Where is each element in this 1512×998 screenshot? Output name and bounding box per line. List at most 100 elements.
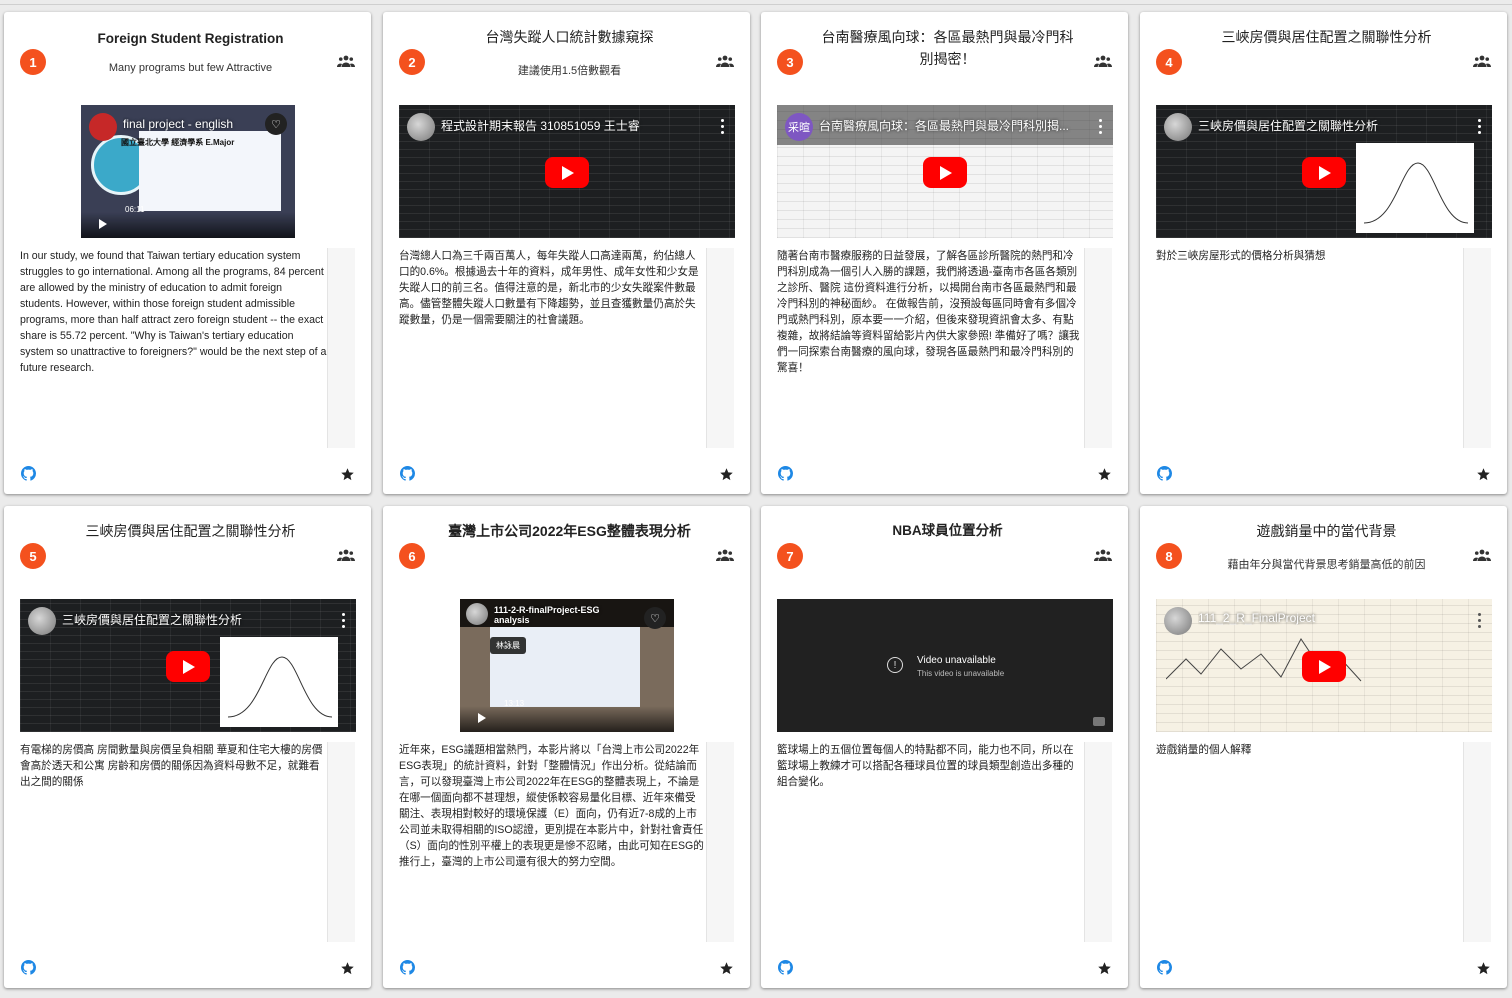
more-options-icon[interactable]	[1478, 119, 1482, 135]
video-title[interactable]: 台南醫療風向球：各區最熱門與最冷門科別揭...	[819, 117, 1073, 134]
scrollbar[interactable]	[327, 248, 355, 448]
group-icon[interactable]	[1094, 54, 1112, 68]
play-icon[interactable]	[1302, 650, 1346, 682]
star-icon[interactable]	[1476, 467, 1491, 482]
channel-avatar	[1164, 607, 1192, 635]
github-icon[interactable]	[400, 960, 415, 975]
card-number-badge: 5	[20, 543, 46, 569]
video-title[interactable]: 程式設計期末報告 310851059 王士睿	[441, 117, 695, 134]
play-icon[interactable]	[478, 713, 486, 723]
star-icon[interactable]	[340, 961, 355, 976]
github-icon[interactable]	[778, 960, 793, 975]
video-title[interactable]: 三峽房價與居住配置之關聯性分析	[1198, 117, 1452, 134]
group-icon[interactable]	[1473, 54, 1491, 68]
group-icon[interactable]	[337, 548, 355, 562]
unavailable-subtitle: This video is unavailable	[917, 669, 1005, 678]
video-embed[interactable]: 三峽房價與居住配置之關聯性分析	[20, 599, 356, 732]
description-area: 有電梯的房價高 房間數量與房價呈負相關 華夏和住宅大樓的房價會高於透天和公寓 房…	[20, 742, 355, 942]
card-subtitle: 建議使用1.5倍數觀看	[517, 65, 622, 77]
youtube-logo-icon[interactable]	[1093, 717, 1105, 726]
video-embed[interactable]: 三峽房價與居住配置之關聯性分析	[1156, 105, 1492, 238]
github-icon[interactable]	[1157, 466, 1172, 481]
play-icon[interactable]	[166, 650, 210, 682]
github-icon[interactable]	[21, 466, 36, 481]
play-icon[interactable]	[923, 156, 967, 188]
github-icon[interactable]	[400, 466, 415, 481]
description-area: 籃球場上的五個位置每個人的特點都不同，能力也不同，所以在籃球場上教練才可以搭配各…	[777, 742, 1112, 942]
video-unavailable-message: Video unavailable This video is unavaila…	[917, 655, 1004, 678]
info-icon: !	[887, 657, 903, 673]
description-area: 隨著台南市醫療服務的日益發展，了解各區診所醫院的熱門和冷門科別成為一個引人入勝的…	[777, 248, 1112, 448]
star-icon[interactable]	[1476, 961, 1491, 976]
star-icon[interactable]	[340, 467, 355, 482]
card-description: 籃球場上的五個位置每個人的特點都不同，能力也不同，所以在籃球場上教練才可以搭配各…	[777, 744, 1074, 788]
card-title: Foreign Student Registration	[97, 31, 284, 46]
video-controls[interactable]	[81, 212, 295, 238]
group-icon[interactable]	[1094, 548, 1112, 562]
video-controls[interactable]	[460, 706, 674, 732]
scrollbar[interactable]	[706, 742, 734, 942]
scrollbar[interactable]	[1463, 248, 1491, 448]
group-icon[interactable]	[337, 54, 355, 68]
play-icon[interactable]	[1302, 156, 1346, 188]
play-icon[interactable]	[99, 219, 107, 229]
more-options-icon[interactable]	[721, 119, 725, 135]
density-plot-thumbnail	[220, 637, 338, 727]
channel-avatar: 采暄	[785, 113, 813, 141]
card-subtitle: Many programs but few Attractive	[108, 62, 273, 74]
card-title: 台南醫療風向球：各區最熱門與最冷門科別揭密！	[821, 29, 1074, 67]
more-options-icon[interactable]	[1099, 119, 1103, 135]
star-icon[interactable]	[719, 961, 734, 976]
video-duration: 06:11	[125, 205, 145, 214]
scrollbar[interactable]	[327, 742, 355, 942]
github-icon[interactable]	[1157, 960, 1172, 975]
group-icon[interactable]	[716, 548, 734, 562]
card-title: 遊戲銷量中的當代背景	[1256, 523, 1397, 539]
star-icon[interactable]	[719, 467, 734, 482]
card-number-badge: 3	[777, 49, 803, 75]
video-embed[interactable]: 采暄 台南醫療風向球：各區最熱門與最冷門科別揭...	[777, 105, 1113, 238]
github-icon[interactable]	[21, 960, 36, 975]
video-embed[interactable]: ! Video unavailable This video is unavai…	[777, 599, 1113, 732]
video-embed[interactable]: final project - english 國立臺北大學 經濟學系 E.Ma…	[81, 105, 295, 238]
scrollbar[interactable]	[1084, 248, 1112, 448]
unavailable-title: Video unavailable	[917, 655, 996, 666]
more-options-icon[interactable]	[1478, 613, 1482, 629]
project-card-3: 3 台南醫療風向球：各區最熱門與最冷門科別揭密！ 采暄 台南醫療風向球：各區最熱…	[761, 12, 1128, 494]
video-embed[interactable]: 111-2-R-finalProject-ESG analysis 林詠晨 ♡ …	[460, 599, 674, 732]
heart-icon[interactable]: ♡	[644, 607, 666, 629]
video-title[interactable]: 三峽房價與居住配置之關聯性分析	[62, 611, 316, 628]
scrollbar[interactable]	[706, 248, 734, 448]
github-icon[interactable]	[778, 466, 793, 481]
card-number-badge: 8	[1156, 543, 1182, 569]
group-icon[interactable]	[1473, 548, 1491, 562]
scrollbar[interactable]	[1084, 742, 1112, 942]
project-card-5: 5 三峽房價與居住配置之關聯性分析 三峽房價與居住配置之關聯性分析 有電梯的房價…	[4, 506, 371, 988]
video-title[interactable]: final project - english	[123, 117, 255, 131]
card-number-badge: 7	[777, 543, 803, 569]
project-card-6: 6 臺灣上市公司2022年ESG整體表現分析 111-2-R-finalProj…	[383, 506, 750, 988]
channel-avatar	[466, 603, 488, 625]
more-options-icon[interactable]	[342, 613, 346, 629]
description-area: 近年來，ESG議題相當熱門，本影片將以「台灣上市公司2022年ESG表現」的統計…	[399, 742, 734, 942]
video-embed[interactable]: 111_2_R_FinalProject	[1156, 599, 1492, 732]
project-card-4: 4 三峽房價與居住配置之關聯性分析 三峽房價與居住配置之關聯性分析 對於三峽房屋…	[1140, 12, 1507, 494]
star-icon[interactable]	[1097, 961, 1112, 976]
channel-avatar	[1164, 113, 1192, 141]
card-title: 臺灣上市公司2022年ESG整體表現分析	[448, 523, 691, 539]
video-title[interactable]: 111-2-R-finalProject-ESG analysis	[494, 605, 634, 625]
video-embed[interactable]: 程式設計期末報告 310851059 王士睿	[399, 105, 735, 238]
card-description: 遊戲銷量的個人解釋	[1156, 744, 1252, 756]
project-card-8: 8 遊戲銷量中的當代背景 藉由年分與當代背景思考銷量高低的前因 111_2_R_…	[1140, 506, 1507, 988]
play-icon[interactable]	[545, 156, 589, 188]
description-area: In our study, we found that Taiwan terti…	[20, 248, 355, 448]
scrollbar[interactable]	[1463, 742, 1491, 942]
video-title[interactable]: 111_2_R_FinalProject	[1198, 611, 1452, 625]
video-duration: 13:13	[504, 699, 525, 708]
project-card-2: 2 台灣失蹤人口統計數據窺探 建議使用1.5倍數觀看 程式設計期末報告 3108…	[383, 12, 750, 494]
star-icon[interactable]	[1097, 467, 1112, 482]
video-overlay-text: 國立臺北大學 經濟學系 E.Major	[121, 138, 235, 147]
group-icon[interactable]	[716, 54, 734, 68]
density-curve	[227, 656, 333, 718]
heart-icon[interactable]: ♡	[265, 113, 287, 135]
